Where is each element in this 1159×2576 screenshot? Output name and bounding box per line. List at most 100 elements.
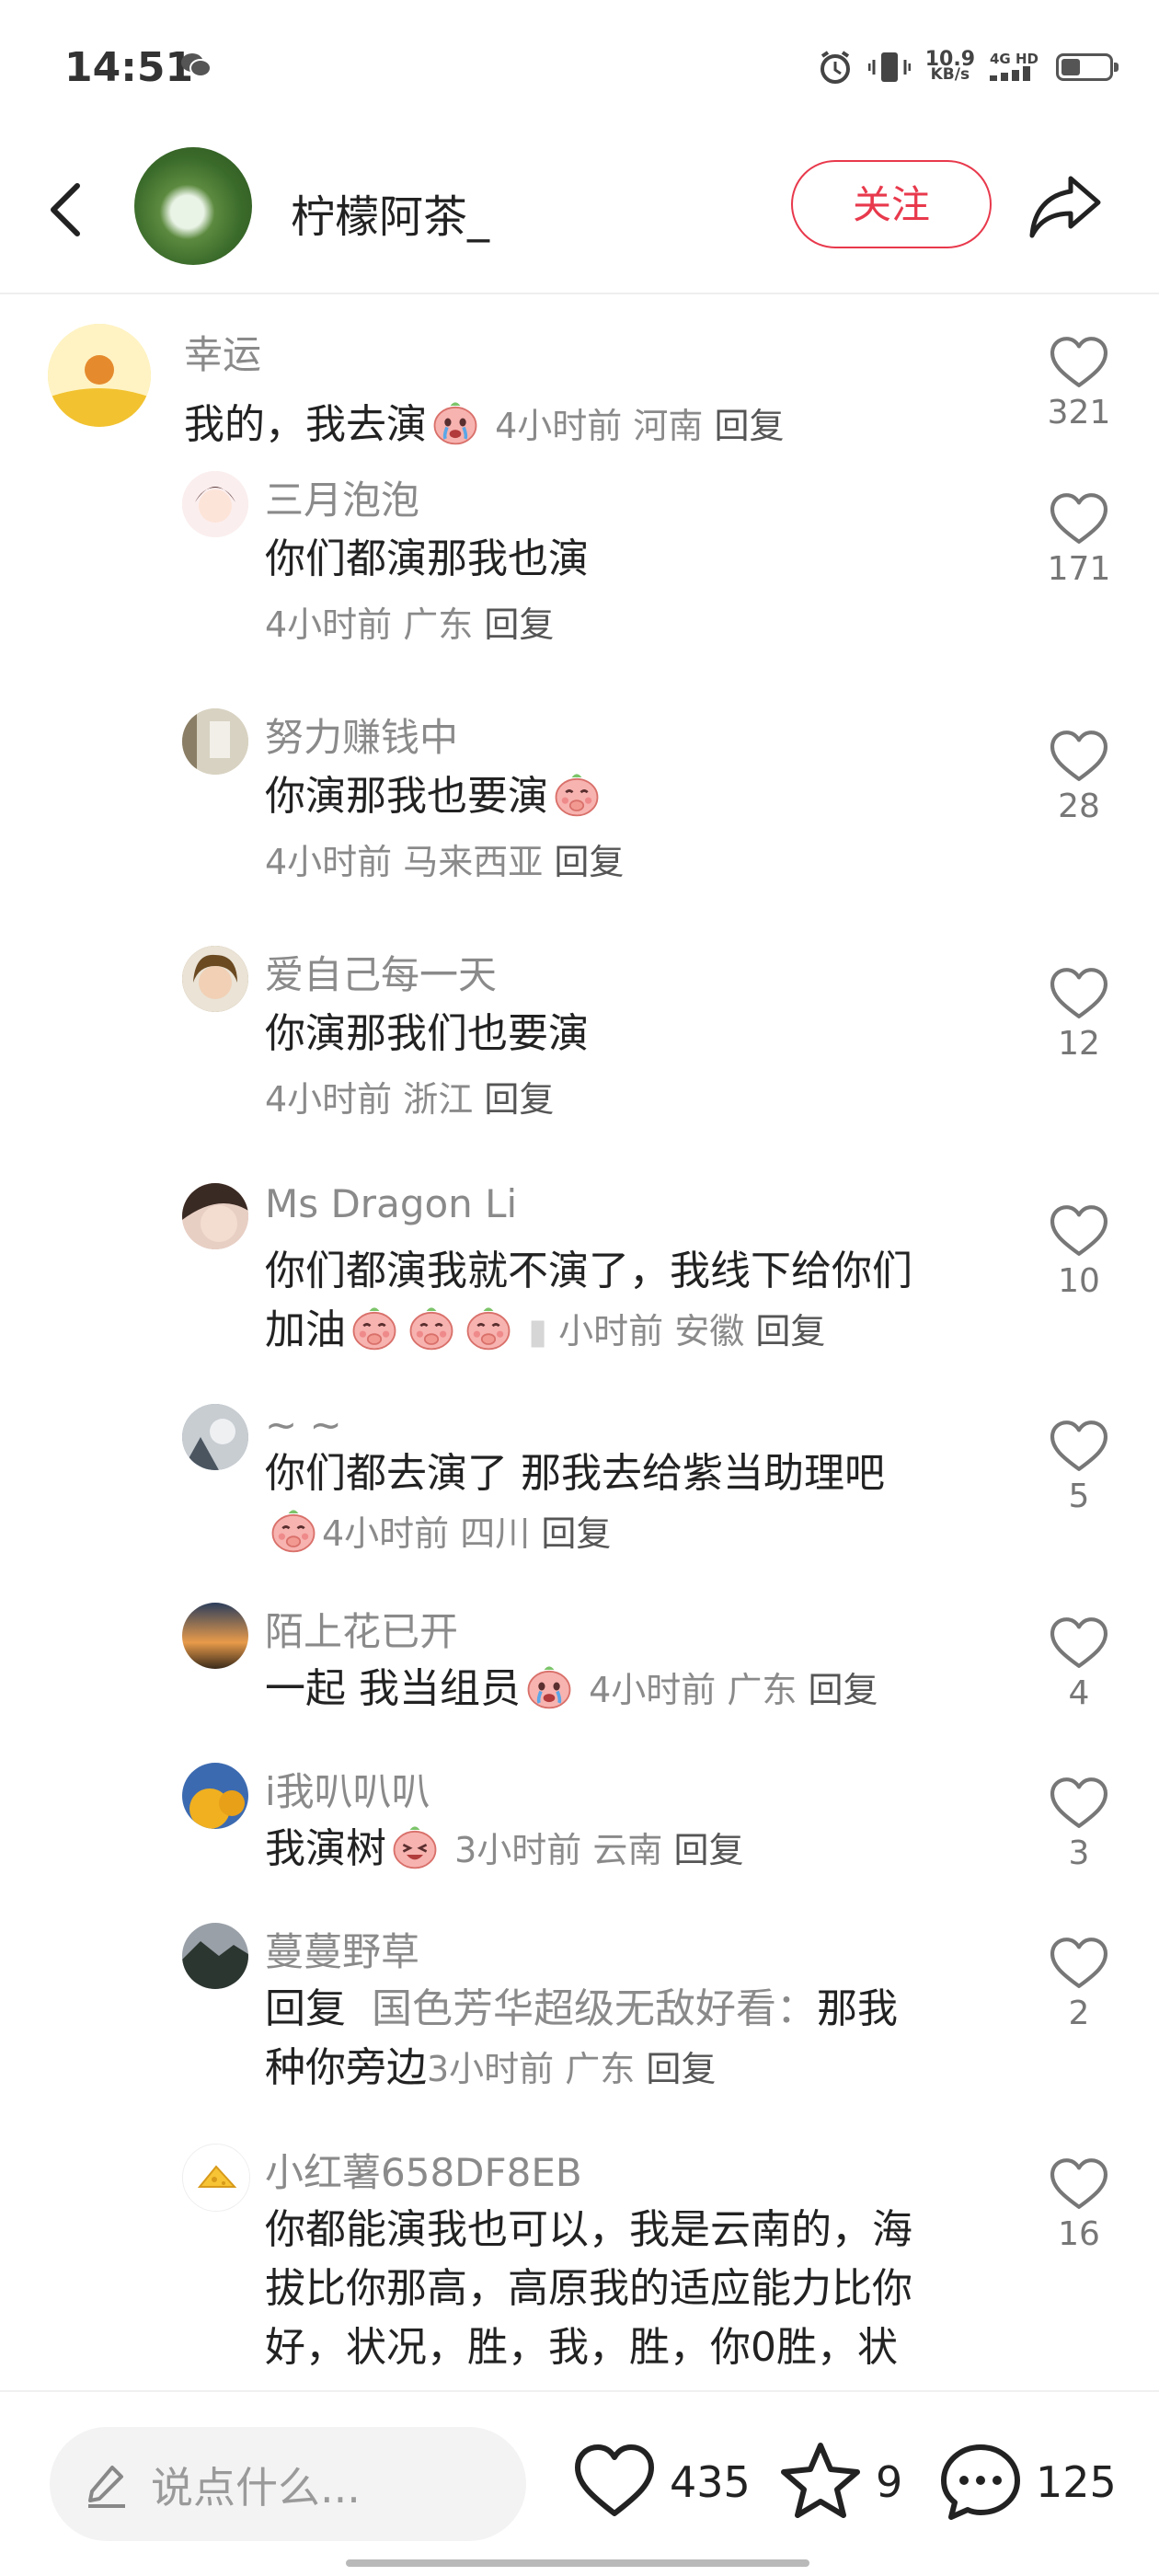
avatar[interactable]	[182, 1923, 248, 1989]
like-count: 10	[1058, 1262, 1100, 1300]
reply-link[interactable]: 回复	[554, 842, 624, 882]
quoted-username[interactable]: 国色芳华超级无敌好看：	[372, 1985, 817, 2032]
avatar[interactable]	[182, 471, 248, 537]
comment-text: 你们都演那我也演	[265, 535, 589, 582]
avatar[interactable]	[182, 708, 248, 775]
avatar[interactable]	[182, 1603, 248, 1669]
comment-text: 回复 国色芳华超级无敌好看：那我 种你旁边3小时前 广东 回复	[265, 1985, 898, 2091]
username[interactable]: 幸运	[184, 324, 261, 380]
alarm-icon	[820, 51, 850, 84]
like-count: 12	[1058, 1025, 1100, 1063]
comment-text: 你演那我也要演	[265, 767, 1074, 826]
username[interactable]: 三月泡泡	[265, 469, 419, 525]
collect-button[interactable]: 9	[776, 2436, 902, 2528]
username[interactable]: 努力赚钱中	[265, 707, 458, 763]
reply-link[interactable]: 回复	[714, 406, 784, 446]
comment-list: 幸运 我的，我去演 4小时前 河南 回复 321 三月泡泡 你们都演那我也演 4…	[0, 294, 1159, 2390]
status-time: 14:51	[64, 44, 194, 91]
comment-item: 幸运 我的，我去演 4小时前 河南 回复 321	[0, 294, 1159, 460]
comment-like-button[interactable]: 28	[1047, 729, 1111, 825]
reply-item: i我叭叭叭 我演树 3小时前 云南 回复 3	[0, 1757, 1159, 1904]
reply-link[interactable]: 回复	[484, 604, 554, 645]
comment-like-button[interactable]: 4	[1047, 1616, 1111, 1712]
back-arrow-icon[interactable]	[40, 173, 96, 247]
vibrate-icon	[867, 52, 911, 82]
shy-emoji-icon	[464, 1303, 513, 1352]
reply-link[interactable]: 回复	[484, 1079, 554, 1120]
comment-like-button[interactable]: 2	[1047, 1936, 1111, 2032]
like-button[interactable]: 435	[570, 2436, 751, 2528]
username[interactable]: 蔓蔓野草	[265, 1921, 419, 1977]
comment-input[interactable]: 说点什么...	[50, 2427, 526, 2541]
comment-text: 我演树 3小时前 云南 回复	[265, 1820, 1074, 1880]
comment-count: 125	[1036, 2457, 1117, 2507]
comment-like-button[interactable]: 16	[1047, 2156, 1111, 2253]
shy-emoji-icon	[552, 769, 602, 819]
username[interactable]: ~ ~	[265, 1402, 342, 1447]
comment-like-button[interactable]: 171	[1047, 491, 1111, 588]
reply-link[interactable]: 回复	[541, 1513, 611, 1554]
comment-like-button[interactable]: 12	[1047, 966, 1111, 1063]
reply-link[interactable]: 回复	[755, 1311, 825, 1351]
reply-item: Ms Dragon Li 你们都演我就不演了，我线下给你们 加油 ▮ 小时前 安…	[0, 1174, 1159, 1376]
comment-like-button[interactable]: 5	[1047, 1419, 1111, 1515]
comment-text: 我的，我去演 4小时前 河南 回复	[184, 396, 993, 455]
username[interactable]: i我叭叭叭	[265, 1761, 430, 1817]
crying-emoji-icon	[524, 1662, 574, 1711]
username[interactable]: 爱自己每一天	[265, 944, 497, 1000]
comment-text: 你都能演我也可以，我是云南的，海 拔比你那高，高原我的适应能力比你 好，状况，胜…	[265, 2206, 912, 2371]
follow-button[interactable]: 关注	[791, 160, 992, 248]
avatar[interactable]	[182, 1183, 248, 1249]
heart-icon	[1048, 335, 1110, 390]
header: 柠檬阿茶_ 关注	[0, 138, 1159, 294]
home-indicator[interactable]	[346, 2559, 809, 2567]
like-count: 16	[1058, 2215, 1100, 2253]
share-icon[interactable]	[1027, 171, 1104, 241]
avatar[interactable]	[182, 2144, 250, 2212]
heart-icon	[1048, 1936, 1110, 1991]
comment-like-button[interactable]: 321	[1047, 335, 1111, 431]
network-signal: 4G HD	[990, 52, 1041, 84]
reply-item: 三月泡泡 你们都演那我也演 4小时前 广东 回复 171	[0, 462, 1159, 683]
comment-like-button[interactable]: 3	[1047, 1776, 1111, 1872]
avatar[interactable]	[182, 1763, 248, 1829]
shy-emoji-icon	[350, 1303, 399, 1352]
username[interactable]: 陌上花已开	[265, 1601, 458, 1657]
comment-text: 你们都演我就不演了，我线下给你们 加油 ▮ 小时前 安徽 回复	[265, 1248, 912, 1353]
heart-icon	[1048, 1776, 1110, 1831]
heart-icon	[1048, 966, 1110, 1021]
heart-icon	[575, 2444, 654, 2516]
heart-icon	[1048, 2156, 1110, 2212]
battery-icon	[1056, 53, 1119, 81]
like-count: 4	[1068, 1674, 1090, 1712]
comment-like-button[interactable]: 10	[1047, 1203, 1111, 1300]
author-name[interactable]: 柠檬阿茶_	[291, 180, 489, 245]
heart-icon	[1048, 1203, 1110, 1259]
collect-count: 9	[876, 2457, 903, 2507]
comment-button[interactable]: 125	[936, 2436, 1117, 2528]
comment-input-placeholder: 说点什么...	[151, 2463, 361, 2513]
reply-item: 努力赚钱中 你演那我也要演 4小时前 马来西亚 回复 28	[0, 699, 1159, 920]
pen-icon	[88, 2466, 125, 2508]
avatar[interactable]	[182, 1404, 248, 1470]
reply-item: 陌上花已开 一起 我当组员 4小时前 广东 回复 4	[0, 1597, 1159, 1744]
reply-link[interactable]: 回复	[808, 1670, 878, 1710]
avatar[interactable]	[48, 324, 151, 427]
comment-meta: 4小时前 广东 回复	[265, 604, 555, 645]
like-count: 5	[1068, 1478, 1090, 1515]
heart-icon	[1048, 491, 1110, 546]
shy-emoji-icon	[407, 1303, 456, 1352]
author-avatar[interactable]	[134, 147, 252, 265]
like-count: 171	[1047, 550, 1111, 588]
username[interactable]: 小红薯658DF8EB	[265, 2142, 582, 2198]
username[interactable]: Ms Dragon Li	[265, 1181, 517, 1226]
reply-link[interactable]: 回复	[646, 2049, 716, 2089]
net-speed: 10.9 KB/s	[924, 48, 975, 84]
comment-text: 你演那我们也要演	[265, 1010, 589, 1057]
avatar[interactable]	[182, 946, 248, 1012]
laughing-emoji-icon	[269, 1505, 318, 1555]
crying-emoji-icon	[430, 397, 480, 447]
reply-link[interactable]: 回复	[673, 1830, 743, 1870]
like-count: 2	[1068, 1995, 1090, 2032]
comment-text: 一起 我当组员 4小时前 广东 回复	[265, 1660, 1074, 1719]
